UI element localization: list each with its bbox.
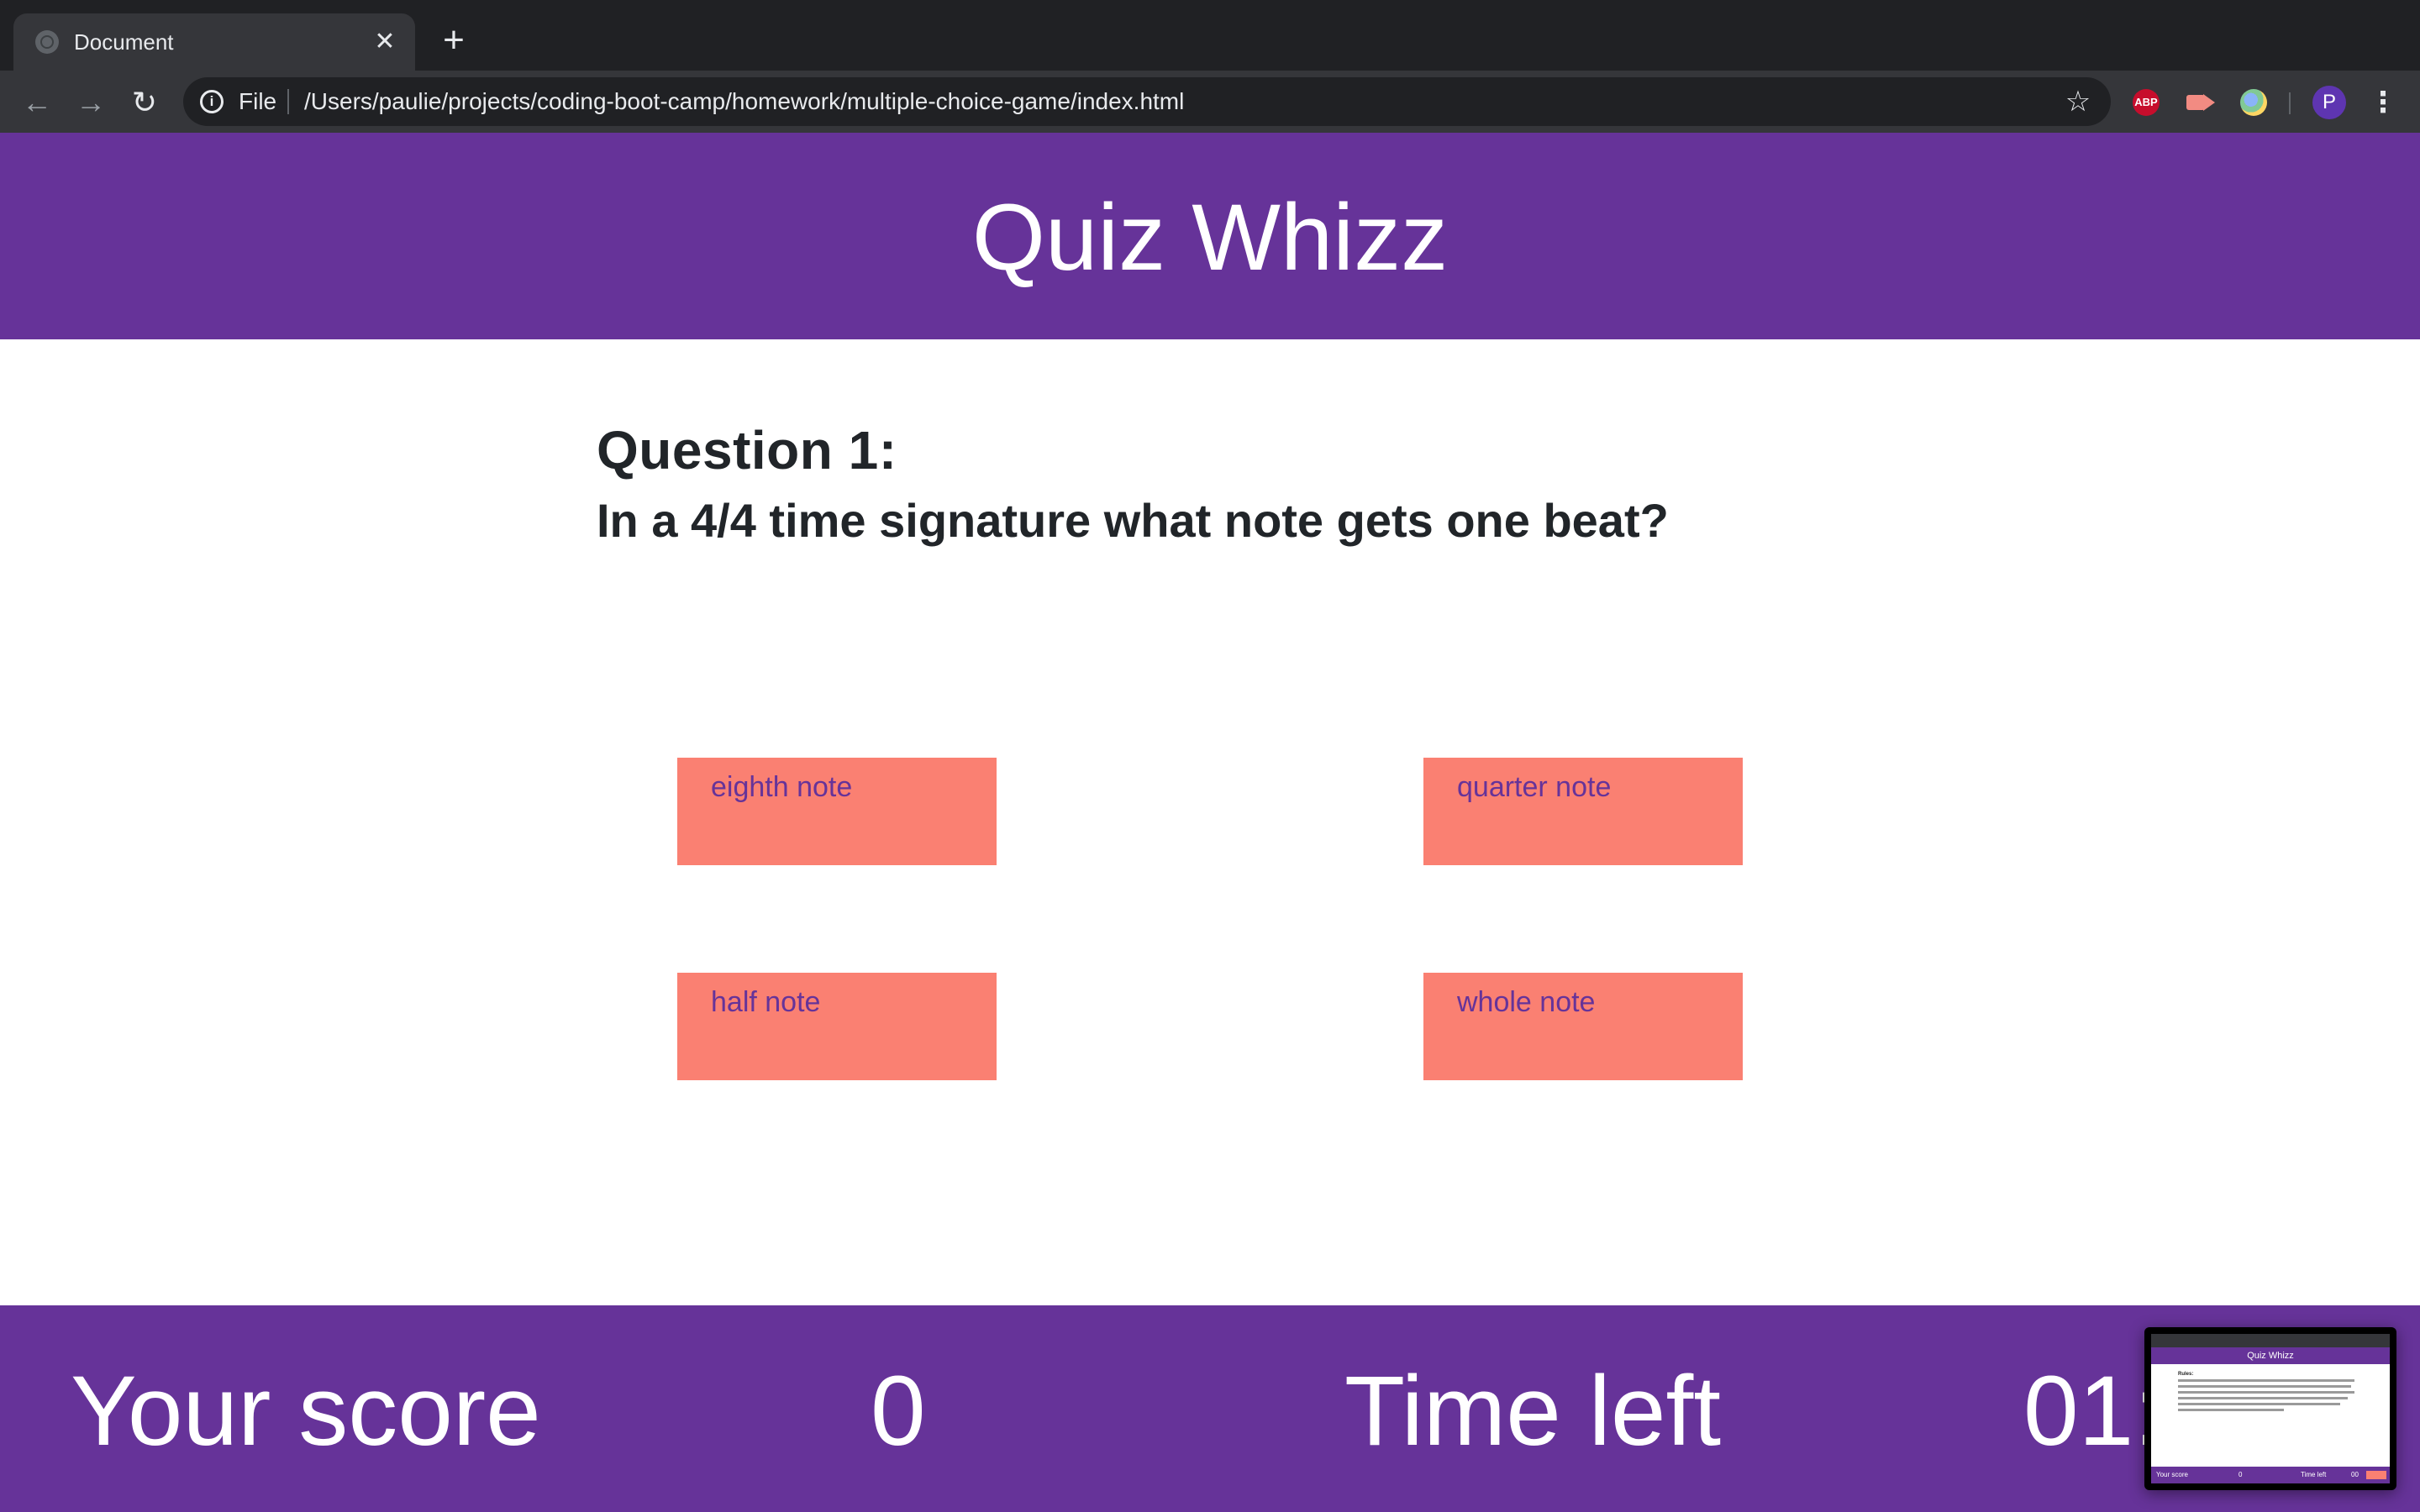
- close-icon[interactable]: ✕: [370, 27, 400, 57]
- tab-strip: Document ✕ +: [0, 0, 2420, 71]
- thumbnail-rules-label: Rules:: [2178, 1372, 2194, 1377]
- arrow-left-icon[interactable]: ←: [18, 84, 55, 121]
- question-number: Question 1:: [597, 420, 897, 480]
- video-extension-icon[interactable]: [2186, 89, 2215, 116]
- address-bar[interactable]: i File /Users/paulie/projects/coding-boo…: [183, 77, 2111, 126]
- page-content: Quiz Whizz Question 1: In a 4/4 time sig…: [0, 133, 2420, 1512]
- answer-button-eighth-note[interactable]: eighth note: [677, 758, 997, 865]
- thumbnail-browser-chrome: [2151, 1334, 2390, 1347]
- thumbnail-score-value: 0: [2238, 1471, 2243, 1478]
- profile-avatar[interactable]: P: [2312, 86, 2346, 119]
- arrow-right-icon[interactable]: →: [72, 84, 109, 121]
- thumbnail-score-label: Your score: [2156, 1471, 2188, 1478]
- thumbnail-rules-text: [2178, 1379, 2354, 1415]
- globe-extension-icon[interactable]: [2240, 89, 2267, 116]
- time-left-label: Time left: [1344, 1356, 1722, 1467]
- browser-window: Document ✕ + ← → ↻ i File /Users/paulie/…: [0, 0, 2420, 1512]
- answer-button-half-note[interactable]: half note: [677, 973, 997, 1080]
- score-footer: Your score 0 Time left 01:: [0, 1305, 2420, 1512]
- star-icon[interactable]: ☆: [2062, 86, 2094, 118]
- time-left-value: 01:: [2023, 1356, 2162, 1467]
- thumbnail-start-button: [2366, 1471, 2386, 1479]
- thumbnail-preview: Quiz Whizz Rules: Your score 0 Time left…: [2151, 1334, 2390, 1483]
- answer-button-whole-note[interactable]: whole note: [1423, 973, 1743, 1080]
- toolbar-divider: [2289, 92, 2291, 114]
- globe-icon: [35, 30, 59, 54]
- thumbnail-title: Quiz Whizz: [2151, 1347, 2390, 1364]
- quiz-header: Quiz Whizz: [0, 133, 2420, 339]
- screenshot-thumbnail[interactable]: Quiz Whizz Rules: Your score 0 Time left…: [2144, 1327, 2396, 1490]
- browser-toolbar: ← → ↻ i File /Users/paulie/projects/codi…: [0, 71, 2420, 133]
- browser-tab[interactable]: Document ✕: [13, 13, 415, 71]
- url-text[interactable]: /Users/paulie/projects/coding-boot-camp/…: [304, 86, 1184, 118]
- thumbnail-time-label: Time left: [2301, 1471, 2327, 1478]
- question-text: In a 4/4 time signature what note gets o…: [597, 494, 1669, 547]
- score-label: Your score: [71, 1356, 541, 1467]
- answer-button-quarter-note[interactable]: quarter note: [1423, 758, 1743, 865]
- reload-icon[interactable]: ↻: [126, 84, 163, 121]
- score-value: 0: [871, 1356, 926, 1467]
- new-tab-button[interactable]: +: [437, 22, 471, 59]
- adblock-extension-icon[interactable]: ABP: [2133, 89, 2160, 116]
- thumbnail-time-value: 00: [2351, 1471, 2359, 1478]
- kebab-menu-icon[interactable]: ⋮: [2368, 86, 2398, 119]
- url-divider: [287, 89, 289, 114]
- thumbnail-footer: Your score 0 Time left 00: [2151, 1467, 2390, 1483]
- tab-title: Document: [74, 29, 174, 55]
- page-title: Quiz Whizz: [971, 185, 1449, 290]
- url-scheme: File: [239, 88, 277, 114]
- info-icon[interactable]: i: [200, 90, 224, 113]
